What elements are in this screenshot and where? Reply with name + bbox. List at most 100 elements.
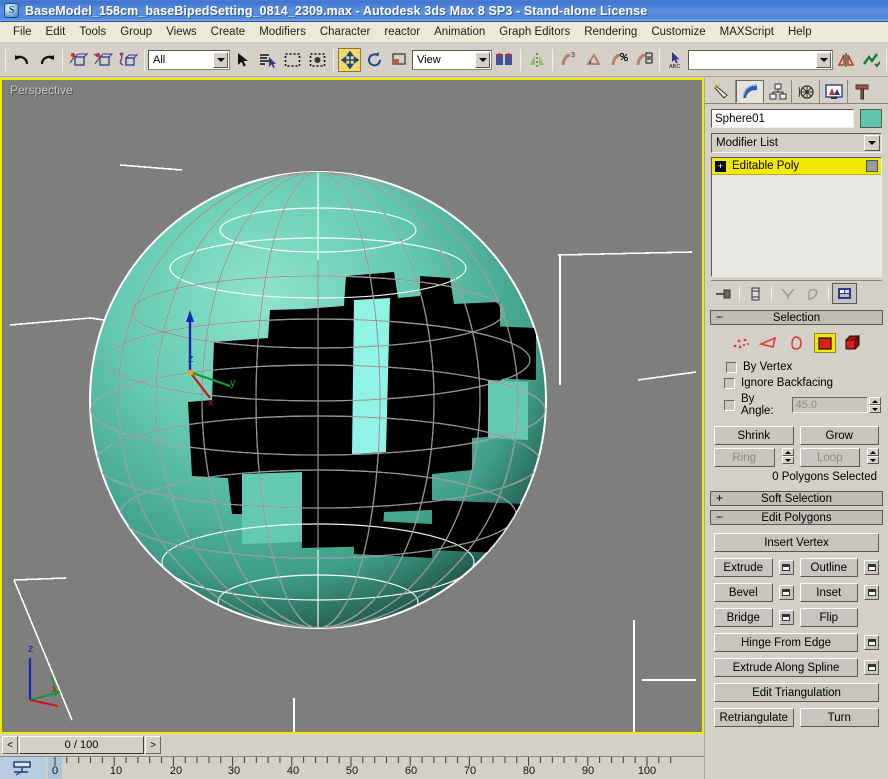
loop-spinner[interactable] <box>867 448 879 464</box>
chevron-down-icon[interactable] <box>816 51 831 68</box>
by-vertex-checkbox[interactable] <box>726 361 737 373</box>
perspective-viewport[interactable]: Perspective z y x z x <box>0 78 704 734</box>
menu-item-edit[interactable]: Edit <box>39 24 73 40</box>
modifier-stack[interactable]: + Editable Poly <box>711 157 882 277</box>
modifier-list-dropdown[interactable]: Modifier List <box>711 133 882 153</box>
edit-triangulation-button[interactable]: Edit Triangulation <box>714 683 879 702</box>
modifier-toggle-icon[interactable] <box>866 160 878 172</box>
menu-item-views[interactable]: Views <box>159 24 203 40</box>
element-level-icon[interactable] <box>842 333 864 353</box>
shrink-button[interactable]: Shrink <box>714 426 794 445</box>
loop-button[interactable]: Loop <box>799 448 860 467</box>
select-and-uniform-scale-icon[interactable] <box>388 47 411 72</box>
object-name-field[interactable]: Sphere01 <box>711 109 854 128</box>
chevron-down-icon[interactable] <box>213 51 228 68</box>
flip-button[interactable]: Flip <box>799 608 858 627</box>
select-and-rotate-icon[interactable] <box>363 47 386 72</box>
bridge-button[interactable]: Bridge <box>714 608 773 627</box>
remove-modifier-icon[interactable] <box>800 283 825 304</box>
pin-stack-icon[interactable] <box>711 283 736 304</box>
next-frame-button[interactable]: > <box>145 736 161 754</box>
menu-item-graph-editors[interactable]: Graph Editors <box>492 24 577 40</box>
make-unique-icon[interactable] <box>775 283 800 304</box>
motion-tab[interactable] <box>792 80 820 103</box>
retriangulate-button[interactable]: Retriangulate <box>714 708 794 727</box>
modifier-stack-item[interactable]: + Editable Poly <box>712 158 881 175</box>
align-icon[interactable] <box>859 47 882 72</box>
hinge-from-edge-settings-icon[interactable] <box>864 635 879 650</box>
border-level-icon[interactable] <box>786 333 808 353</box>
menu-item-help[interactable]: Help <box>781 24 819 40</box>
collapse-icon[interactable]: − <box>716 510 723 524</box>
menu-item-create[interactable]: Create <box>204 24 253 40</box>
percent-snap-toggle-icon[interactable] <box>607 47 630 72</box>
unlink-selection-icon[interactable] <box>92 47 115 72</box>
select-object-icon[interactable] <box>231 47 254 72</box>
bevel-settings-icon[interactable] <box>778 585 794 600</box>
create-tab[interactable] <box>708 80 736 103</box>
time-slider-track[interactable] <box>161 736 702 754</box>
menu-item-animation[interactable]: Animation <box>427 24 492 40</box>
extrude-along-spline-button[interactable]: Extrude Along Spline <box>714 658 858 677</box>
menu-item-group[interactable]: Group <box>113 24 159 40</box>
expand-plus-icon[interactable]: + <box>715 160 726 172</box>
vertex-level-icon[interactable] <box>730 333 752 353</box>
menu-item-maxscript[interactable]: MAXScript <box>713 24 781 40</box>
by-vertex-row[interactable]: By Vertex <box>712 359 881 375</box>
menu-item-file[interactable]: File <box>6 24 39 40</box>
select-and-link-icon[interactable] <box>67 47 90 72</box>
selection-filter-combo[interactable]: All <box>148 49 230 70</box>
track-bar[interactable]: 0 10 20 30 40 50 60 70 80 90 100 <box>0 756 790 779</box>
outline-button[interactable]: Outline <box>799 558 858 577</box>
by-angle-spinner[interactable] <box>869 397 881 413</box>
object-color-swatch[interactable] <box>860 109 882 128</box>
by-angle-checkbox[interactable] <box>724 399 735 411</box>
outline-settings-icon[interactable] <box>864 560 879 575</box>
redo-icon[interactable] <box>35 47 58 72</box>
turn-button[interactable]: Turn <box>799 708 879 727</box>
expand-icon[interactable]: + <box>716 491 723 505</box>
by-angle-row[interactable]: By Angle: 45.0 <box>712 391 881 419</box>
bridge-settings-icon[interactable] <box>778 610 794 625</box>
insert-vertex-button[interactable]: Insert Vertex <box>714 533 879 552</box>
collapse-icon[interactable]: − <box>716 310 723 324</box>
undo-icon[interactable] <box>10 47 33 72</box>
modify-tab[interactable] <box>736 80 764 103</box>
utilities-tab[interactable] <box>848 80 876 103</box>
grow-button[interactable]: Grow <box>799 426 879 445</box>
hinge-from-edge-button[interactable]: Hinge From Edge <box>714 633 858 652</box>
current-frame-field[interactable]: 0 / 100 <box>19 736 144 754</box>
mirror-selected-objects-icon[interactable] <box>834 47 857 72</box>
prev-frame-button[interactable]: < <box>2 736 18 754</box>
bind-to-space-warp-icon[interactable] <box>117 47 140 72</box>
rectangular-selection-region-icon[interactable] <box>281 47 304 72</box>
display-tab[interactable] <box>820 80 848 103</box>
angle-snap-toggle-icon[interactable] <box>582 47 605 72</box>
window-crossing-icon[interactable] <box>306 47 329 72</box>
named-selection-sets-combo[interactable] <box>688 49 833 70</box>
extrude-along-spline-settings-icon[interactable] <box>864 660 879 675</box>
select-by-name-icon[interactable] <box>256 47 279 72</box>
select-and-move-icon[interactable] <box>338 47 361 72</box>
use-pivot-point-center-icon[interactable] <box>493 47 516 72</box>
extrude-settings-icon[interactable] <box>778 560 794 575</box>
named-selection-icon[interactable]: ABC <box>664 47 687 72</box>
edit-polygons-rollout-header[interactable]: − Edit Polygons <box>710 510 883 525</box>
ring-spinner[interactable] <box>781 448 794 464</box>
ring-button[interactable]: Ring <box>714 448 775 467</box>
ignore-backfacing-checkbox[interactable] <box>724 377 735 389</box>
menu-item-rendering[interactable]: Rendering <box>577 24 644 40</box>
polygon-level-icon[interactable] <box>813 333 836 353</box>
reference-coordinate-system-combo[interactable]: View <box>412 49 492 70</box>
chevron-down-icon[interactable] <box>475 51 490 68</box>
show-end-result-icon[interactable] <box>743 283 768 304</box>
hierarchy-tab[interactable] <box>764 80 792 103</box>
inset-button[interactable]: Inset <box>799 583 858 602</box>
soft-selection-rollout-header[interactable]: + Soft Selection <box>710 491 883 506</box>
selection-rollout-header[interactable]: − Selection <box>710 310 883 325</box>
bevel-button[interactable]: Bevel <box>714 583 773 602</box>
inset-settings-icon[interactable] <box>864 585 879 600</box>
configure-modifier-sets-icon[interactable] <box>832 283 857 304</box>
menu-item-character[interactable]: Character <box>313 24 378 40</box>
edge-level-icon[interactable] <box>758 333 780 353</box>
